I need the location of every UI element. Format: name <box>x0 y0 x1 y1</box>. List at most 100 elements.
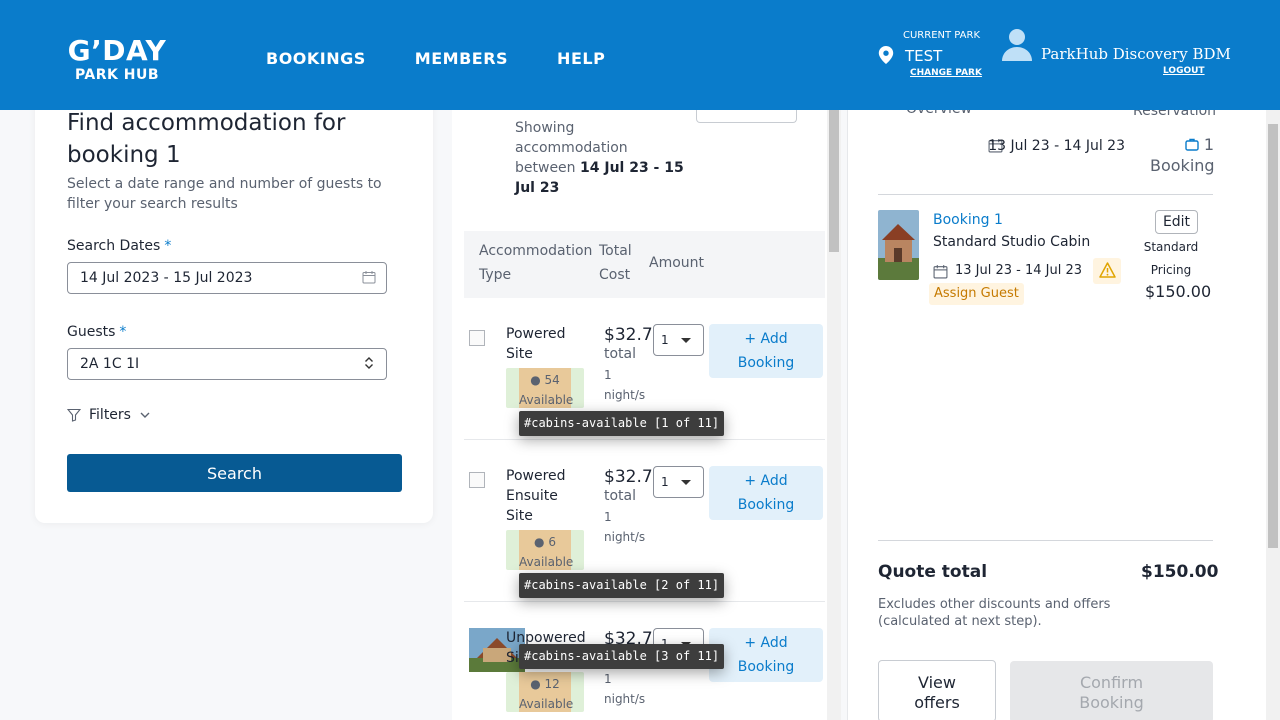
quantity-value: 1 <box>661 333 669 347</box>
confirm-booking-label: Confirm Booking <box>1079 673 1144 712</box>
availability-badge: ● 6 Available <box>506 530 584 570</box>
user-avatar-icon <box>1002 29 1032 61</box>
add-booking-label: + Add Booking <box>737 331 795 371</box>
search-dates-label: Search Dates * <box>67 238 171 254</box>
accommodation-name: Powered Ensuite Site <box>506 468 566 524</box>
current-park-name: TEST <box>905 47 943 65</box>
add-booking-button[interactable]: + Add Booking <box>709 324 823 378</box>
nav-help[interactable]: HELP <box>557 49 605 68</box>
user-name: ParkHub Discovery BDM <box>1041 45 1231 63</box>
add-booking-button[interactable]: + Add Booking <box>709 466 823 520</box>
top-navigation-bar: G’DAY PARK HUB BOOKINGS MEMBERS HELP CUR… <box>0 0 1280 110</box>
booking-amount: $150.00 <box>1145 282 1212 301</box>
logo-text-sub: PARK HUB <box>74 67 160 83</box>
add-booking-button[interactable]: + Add Booking <box>709 628 823 682</box>
nights-label: night/s <box>604 388 646 402</box>
total-price: $32.7 <box>604 325 653 345</box>
change-park-link[interactable]: CHANGE PARK <box>910 68 982 78</box>
available-count: 12 <box>544 677 560 691</box>
nights-count: 1 <box>604 672 612 686</box>
filter-icon <box>67 408 81 422</box>
available-count: 6 <box>548 535 556 549</box>
quantity-select[interactable]: 1 <box>653 324 704 356</box>
accommodation-name: Powered Site <box>506 326 566 362</box>
logout-link[interactable]: LOGOUT <box>1163 66 1205 76</box>
search-subtitle: Select a date range and number of guests… <box>67 176 382 212</box>
filters-toggle[interactable]: Filters <box>67 407 151 423</box>
search-dates-value: 14 Jul 2023 - 15 Jul 2023 <box>80 270 253 286</box>
booking-1-link[interactable]: Booking 1 <box>933 212 1003 228</box>
nav-bookings[interactable]: BOOKINGS <box>266 49 366 68</box>
current-park-caption: CURRENT PARK <box>903 30 981 41</box>
up-down-chevron-icon <box>365 357 373 369</box>
search-dates-label-text: Search Dates <box>67 238 161 254</box>
guests-select[interactable]: 2A 1C 1I <box>67 348 387 380</box>
gday-park-hub-logo[interactable]: G’DAY PARK HUB <box>62 36 172 84</box>
guests-label: Guests * <box>67 324 126 340</box>
pricing-type-line1: Standard <box>1143 240 1199 254</box>
main-nav: BOOKINGS MEMBERS HELP <box>266 49 605 68</box>
required-mark: * <box>164 238 172 254</box>
guests-label-text: Guests <box>67 324 116 340</box>
add-booking-label: + Add Booking <box>737 635 795 675</box>
warning-badge <box>1093 258 1121 284</box>
scrollbar-thumb[interactable] <box>829 110 839 252</box>
nights-label: night/s <box>604 692 646 706</box>
element-tooltip: #cabins-available [2 of 11] <box>519 573 725 598</box>
nav-members[interactable]: MEMBERS <box>415 49 508 68</box>
divider <box>878 194 1213 195</box>
location-pin-icon <box>878 46 894 64</box>
broken-image-icon <box>469 330 485 346</box>
showing-range-text: Showing accommodation between 14 Jul 23 … <box>515 118 685 198</box>
quantity-select[interactable]: 1 <box>653 466 704 498</box>
reservation-date-range: 13 Jul 23 - 14 Jul 23 <box>988 138 1125 154</box>
quantity-value: 1 <box>661 475 669 489</box>
assign-guest-button[interactable]: Assign Guest <box>929 283 1024 305</box>
col-total-cost: Total Cost <box>599 243 632 283</box>
dot-icon: ● <box>530 373 541 387</box>
col-amount: Amount <box>649 255 705 271</box>
warning-icon <box>1099 262 1116 278</box>
suitcase-icon <box>1185 138 1199 151</box>
quote-note: Excludes other discounts and offers (cal… <box>878 597 1111 629</box>
nights-label: night/s <box>604 530 646 544</box>
search-dates-input[interactable]: 14 Jul 2023 - 15 Jul 2023 <box>67 262 387 294</box>
scrollbar-thumb[interactable] <box>1268 124 1278 548</box>
pricing-type: Standard Pricing <box>1140 236 1202 282</box>
booking-dates: 13 Jul 23 - 14 Jul 23 <box>955 263 1083 278</box>
calendar-icon <box>362 271 376 284</box>
total-label: total <box>604 346 637 362</box>
confirm-booking-button: Confirm Booking <box>1010 661 1213 720</box>
availability-badge: ● 54 Available <box>506 368 584 408</box>
view-offers-label: View offers <box>914 673 960 712</box>
booking-count-value: 1 <box>1203 135 1214 154</box>
reservation-scrollbar[interactable] <box>1266 110 1280 720</box>
search-title: Find accommodation for booking 1 <box>67 110 346 168</box>
booking-accommodation-name: Standard Studio Cabin <box>933 234 1091 250</box>
dot-icon: ● <box>530 677 541 691</box>
dot-icon: ● <box>534 535 545 549</box>
standard-studio-cabin-photo <box>878 210 919 280</box>
available-label: Available <box>519 555 574 569</box>
available-label: Available <box>519 393 574 407</box>
chevron-down-icon <box>140 412 150 418</box>
nights-count: 1 <box>604 510 612 524</box>
search-button[interactable]: Search <box>67 454 402 492</box>
edit-booking-button[interactable]: Edit <box>1155 210 1198 234</box>
available-label: Available <box>519 697 574 711</box>
logo-text-main: G’DAY <box>67 34 167 67</box>
total-price: $32.7 <box>604 467 653 487</box>
pricing-type-line2: Pricing <box>1150 263 1192 277</box>
nights-count: 1 <box>604 368 612 382</box>
results-scrollbar[interactable] <box>827 110 841 720</box>
chevron-down-icon <box>681 338 691 343</box>
add-booking-label: + Add Booking <box>737 473 795 513</box>
broken-image-icon <box>469 472 485 488</box>
total-label: total <box>604 488 637 504</box>
view-offers-button[interactable]: View offers <box>878 660 996 720</box>
booking-count: 1 Booking <box>1150 134 1215 176</box>
element-tooltip: #cabins-available [1 of 11] <box>519 411 725 436</box>
divider <box>878 540 1213 541</box>
element-tooltip: #cabins-available [3 of 11] <box>519 644 725 669</box>
calendar-icon <box>933 265 948 279</box>
